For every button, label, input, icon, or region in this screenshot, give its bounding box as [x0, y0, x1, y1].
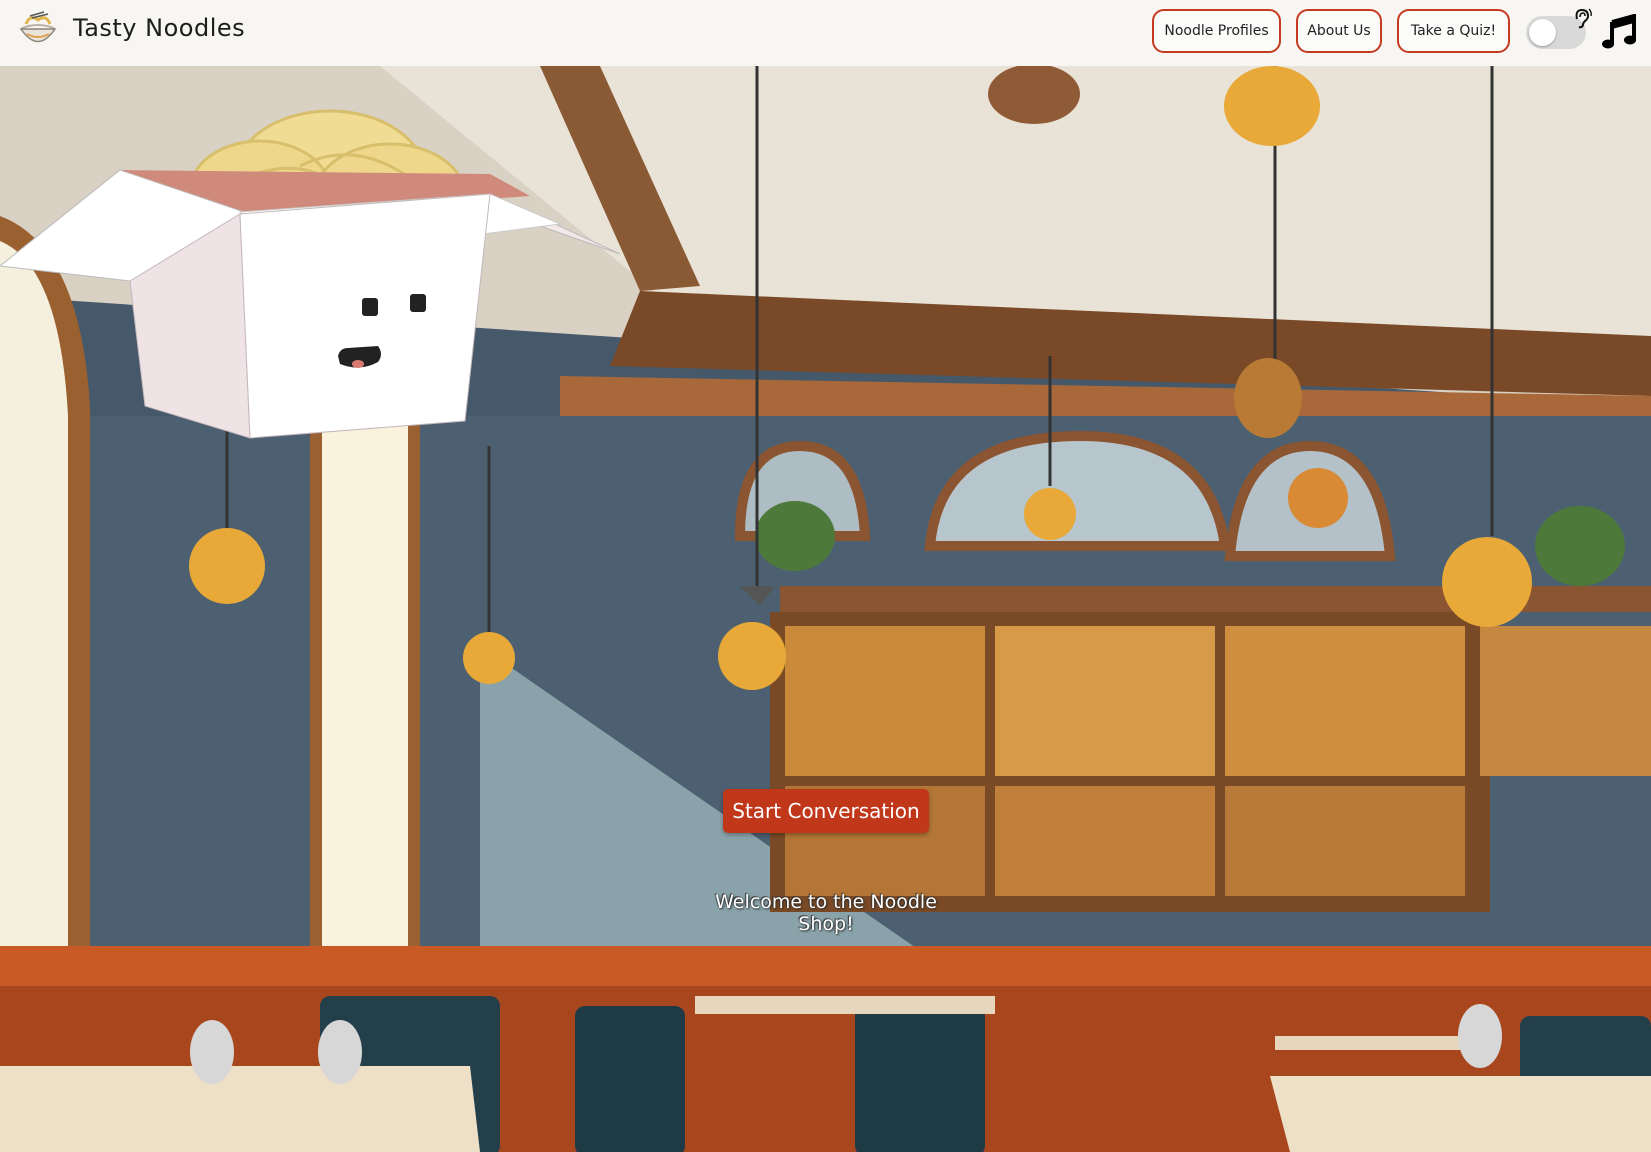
- noodle-profiles-button[interactable]: Noodle Profiles: [1152, 9, 1281, 53]
- take-quiz-button[interactable]: Take a Quiz!: [1397, 9, 1510, 53]
- top-navbar: Tasty Noodles Noodle Profiles About Us T…: [0, 0, 1651, 66]
- brand-title[interactable]: Tasty Noodles: [73, 14, 245, 42]
- start-conversation-button[interactable]: Start Conversation: [723, 789, 929, 833]
- noodle-bowl-icon[interactable]: [18, 10, 58, 50]
- ear-icon: [1575, 8, 1592, 29]
- noodle-box-mascot[interactable]: [0, 66, 650, 476]
- toggle-knob: [1529, 19, 1556, 46]
- welcome-message: Welcome to the Noodle Shop!: [715, 891, 937, 935]
- music-note-icon[interactable]: [1600, 14, 1638, 50]
- restaurant-background: Start Conversation Welcome to the Noodle…: [0, 66, 1651, 1152]
- about-us-button[interactable]: About Us: [1296, 9, 1382, 53]
